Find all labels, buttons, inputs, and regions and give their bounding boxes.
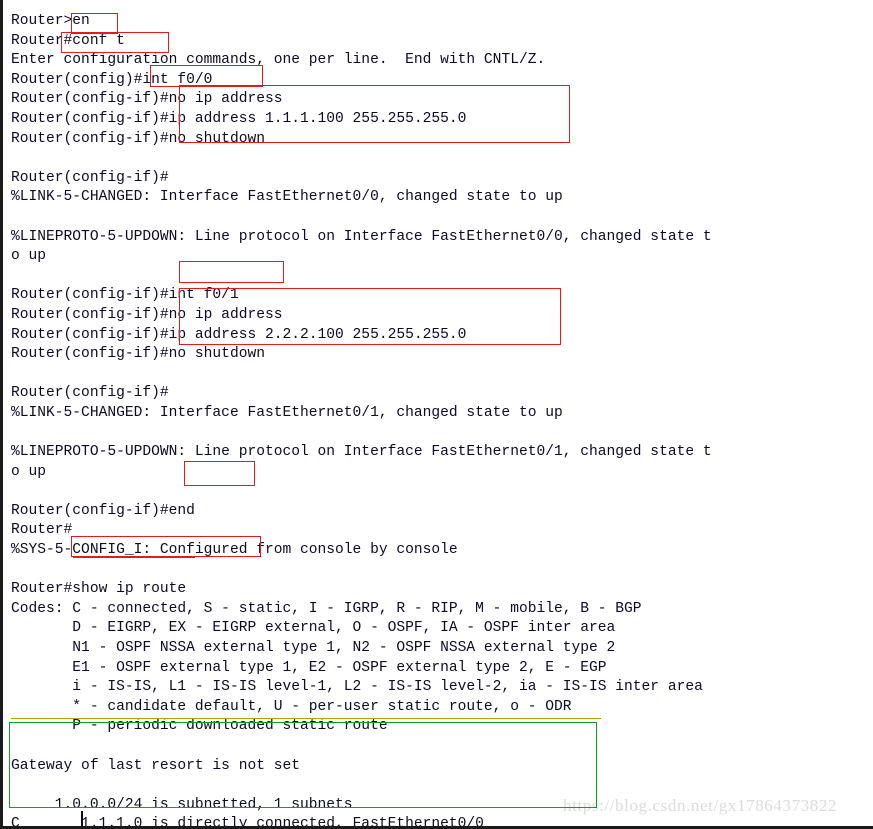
- terminal-line: Router>en: [11, 13, 90, 29]
- terminal-line: Router#show ip route: [11, 581, 187, 598]
- terminal-line: o up: [11, 463, 47, 480]
- terminal-line: %LINK-5-CHANGED: Interface FastEthernet0…: [11, 404, 563, 421]
- annotation-box-conf-t: [61, 32, 169, 53]
- annotation-box-end: [184, 461, 255, 486]
- annotation-box-f00-config: [179, 85, 570, 143]
- terminal-line: Router(config-if)#: [11, 169, 169, 186]
- terminal-line: o up: [11, 248, 47, 265]
- terminal-line: Codes: C - connected, S - static, I - IG…: [11, 600, 642, 617]
- terminal-line: * - candidate default, U - per-user stat…: [11, 698, 572, 715]
- terminal-line: %LINK-5-CHANGED: Interface FastEthernet0…: [11, 189, 563, 206]
- terminal-line: i - IS-IS, L1 - IS-IS level-1, L2 - IS-I…: [11, 679, 703, 696]
- terminal-line: C 1.1.1.0 is directly connected, FastEth…: [11, 816, 484, 829]
- text-cursor: [81, 811, 83, 826]
- terminal-line: %LINEPROTO-5-UPDOWN: Line protocol on In…: [11, 444, 712, 461]
- annotation-line-olive-top: [11, 718, 601, 719]
- annotation-box-show-ip: [71, 536, 261, 557]
- annotation-box-en: [71, 13, 118, 34]
- terminal-line: Router(config-if)#end: [11, 502, 195, 519]
- terminal-line: E1 - OSPF external type 1, E2 - OSPF ext…: [11, 659, 607, 676]
- terminal-line: N1 - OSPF NSSA external type 1, N2 - OSP…: [11, 640, 616, 656]
- terminal-line: %LINEPROTO-5-UPDOWN: Line protocol on In…: [11, 228, 712, 245]
- annotation-underline-codes: [73, 557, 195, 558]
- terminal-window[interactable]: Router>en Router#conf t Enter configuratio…: [0, 0, 873, 829]
- terminal-line: Enter configuration commands, one per li…: [11, 52, 546, 69]
- annotation-box-int-f00: [150, 65, 263, 87]
- terminal-line: Router(config-if)#no shutdown: [11, 346, 265, 363]
- annotation-box-f01-config: [179, 288, 561, 345]
- terminal-line: D - EIGRP, EX - EIGRP external, O - OSPF…: [11, 620, 616, 637]
- annotation-box-route-table: [9, 722, 597, 808]
- annotation-box-int-f01: [179, 261, 284, 283]
- terminal-line: Router(config-if)#: [11, 385, 169, 402]
